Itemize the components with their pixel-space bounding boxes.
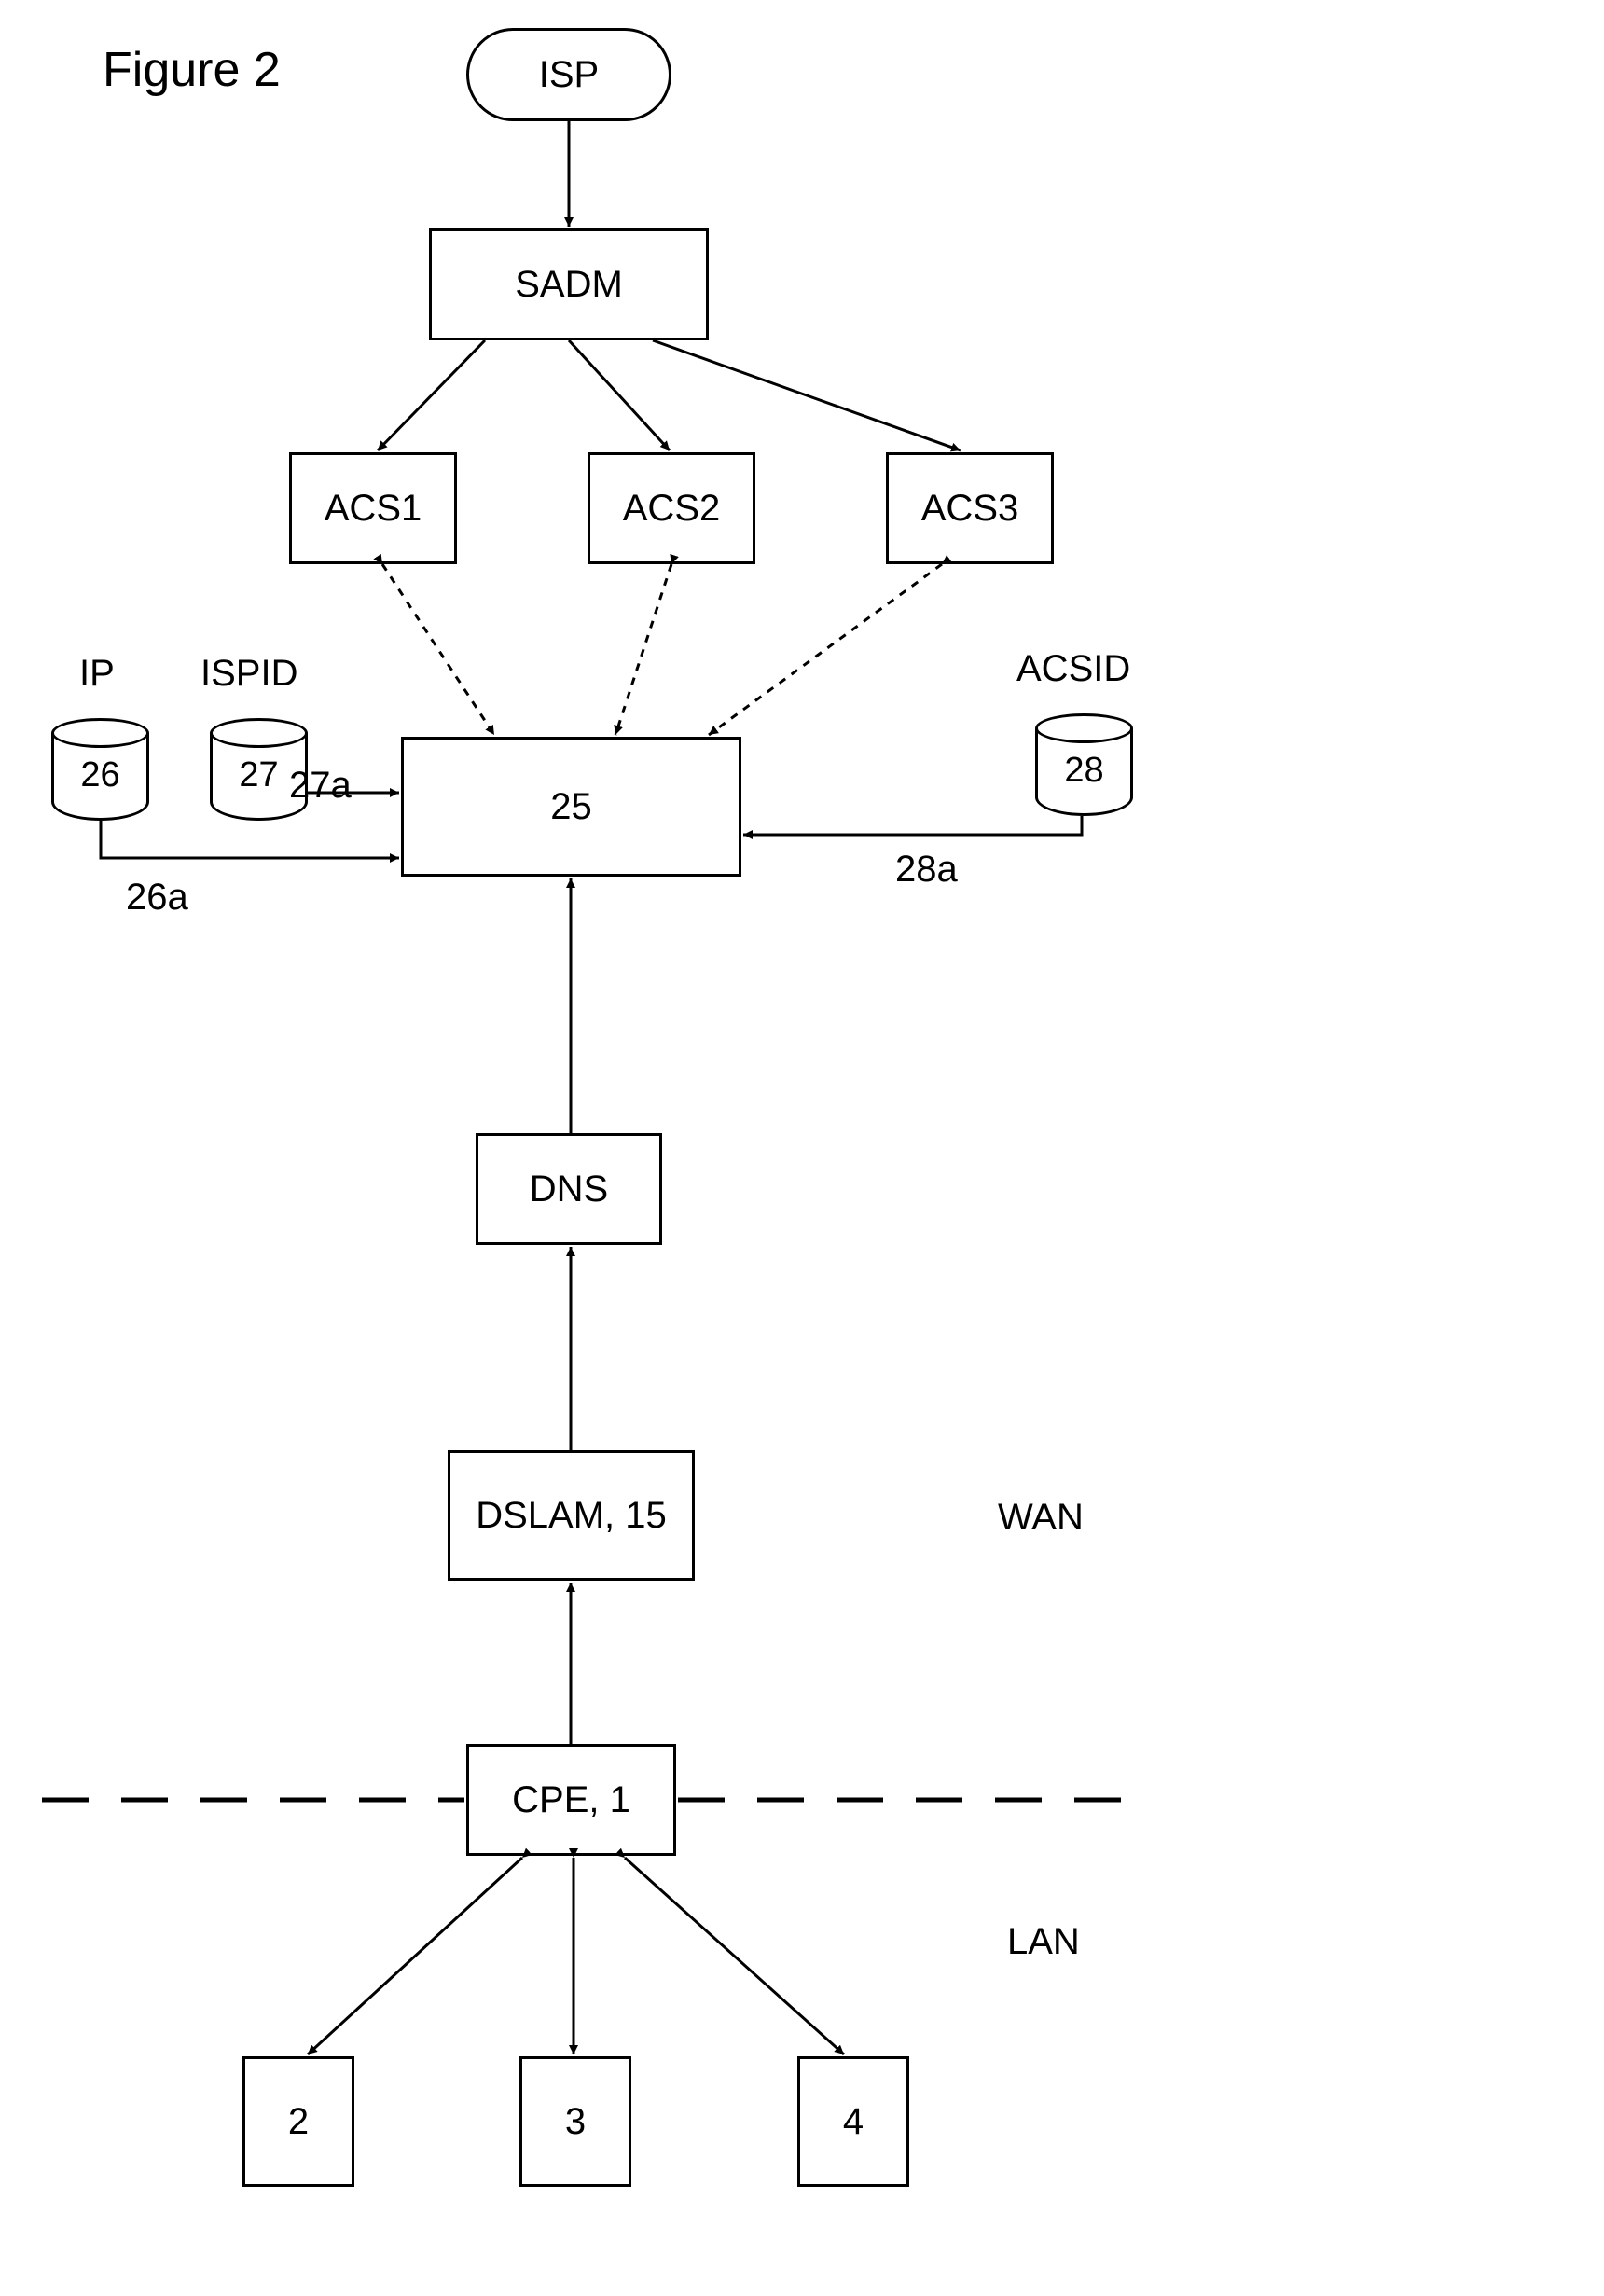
isp-node: ISP bbox=[466, 28, 671, 121]
dns-node: DNS bbox=[476, 1133, 662, 1245]
dslam-label: DSLAM, 15 bbox=[476, 1495, 667, 1537]
diagram-canvas: Figure 2 ISP SADM ACS1 ACS2 ACS3 25 26 I… bbox=[0, 0, 1604, 2296]
cyl-ip: 26 bbox=[51, 718, 149, 821]
node4-label: 4 bbox=[843, 2101, 864, 2143]
cpe-label: CPE, 1 bbox=[512, 1779, 630, 1821]
cyl-ispid-top-label: ISPID bbox=[200, 653, 297, 695]
acs3-label: ACS3 bbox=[921, 488, 1019, 530]
node25-label: 25 bbox=[550, 786, 592, 828]
acs1-node: ACS1 bbox=[289, 452, 457, 564]
dns-label: DNS bbox=[530, 1169, 608, 1210]
acs3-node: ACS3 bbox=[886, 452, 1054, 564]
lan-label: LAN bbox=[1007, 1921, 1080, 1963]
cyl-ip-top-label: IP bbox=[79, 653, 115, 695]
figure-title: Figure 2 bbox=[103, 42, 281, 98]
cyl-ispid-num: 27 bbox=[239, 755, 278, 795]
cyl-acsid-top-label: ACSID bbox=[1016, 648, 1130, 690]
connectors bbox=[0, 0, 1604, 2296]
node3-label: 3 bbox=[565, 2101, 586, 2143]
label-27a: 27a bbox=[289, 765, 352, 807]
acs2-node: ACS2 bbox=[588, 452, 755, 564]
cpe-node: CPE, 1 bbox=[466, 1744, 676, 1856]
node3: 3 bbox=[519, 2056, 631, 2187]
node2-label: 2 bbox=[288, 2101, 309, 2143]
acs1-label: ACS1 bbox=[325, 488, 422, 530]
cyl-acsid-num: 28 bbox=[1064, 751, 1103, 791]
acs2-label: ACS2 bbox=[623, 488, 721, 530]
label-28a: 28a bbox=[895, 849, 958, 891]
wan-label: WAN bbox=[998, 1497, 1084, 1539]
node25: 25 bbox=[401, 737, 741, 877]
label-26a: 26a bbox=[126, 877, 188, 919]
node2: 2 bbox=[242, 2056, 354, 2187]
sadm-node: SADM bbox=[429, 228, 709, 340]
dslam-node: DSLAM, 15 bbox=[448, 1450, 695, 1581]
cyl-acsid: 28 bbox=[1035, 713, 1133, 816]
cyl-ip-num: 26 bbox=[80, 755, 119, 795]
isp-label: ISP bbox=[539, 54, 599, 96]
node4: 4 bbox=[797, 2056, 909, 2187]
sadm-label: SADM bbox=[515, 264, 623, 306]
